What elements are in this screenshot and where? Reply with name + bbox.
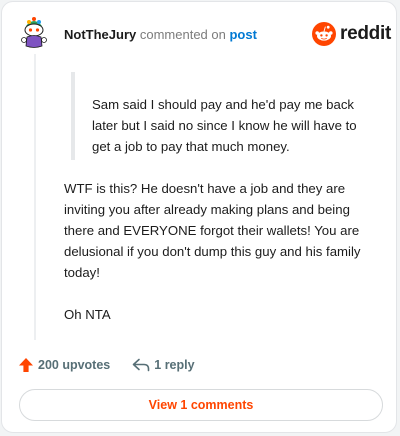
upvotes-count: 200 upvotes <box>38 358 111 372</box>
comment-paragraph: Oh NTA <box>64 307 111 322</box>
reply-count: 1 reply <box>154 358 195 372</box>
reddit-logo[interactable]: reddit <box>312 22 391 46</box>
comment-body: WTF is this? He doesn't have a job and t… <box>64 178 382 346</box>
comment-footer: 200 upvotes 1 reply <box>18 355 195 375</box>
username-link[interactable]: NotTheJury <box>64 27 136 42</box>
reply-arrow-icon <box>132 358 150 372</box>
thread-line <box>34 54 36 340</box>
upvote-arrow-icon <box>19 358 33 372</box>
brand-wordmark: reddit <box>340 23 391 44</box>
comment-paragraph: WTF is this? He doesn't have a job and t… <box>64 181 361 280</box>
reddit-logo-icon <box>312 22 336 46</box>
post-link[interactable]: post <box>229 27 256 42</box>
comment-header: NotTheJury commented on post <box>64 27 257 43</box>
upvote-button[interactable]: 200 upvotes <box>18 357 110 373</box>
comment-card: NotTheJury commented on post reddit Sam … <box>1 1 397 433</box>
quoted-text: Sam said I should pay and he'd pay me ba… <box>92 97 357 154</box>
action-text: commented on <box>139 27 226 42</box>
user-avatar[interactable] <box>20 16 48 48</box>
reply-button[interactable]: 1 reply <box>132 358 195 372</box>
view-comments-button[interactable]: View 1 comments <box>19 389 383 421</box>
quote-bar <box>71 72 75 160</box>
snoo-avatar-icon <box>21 17 47 48</box>
